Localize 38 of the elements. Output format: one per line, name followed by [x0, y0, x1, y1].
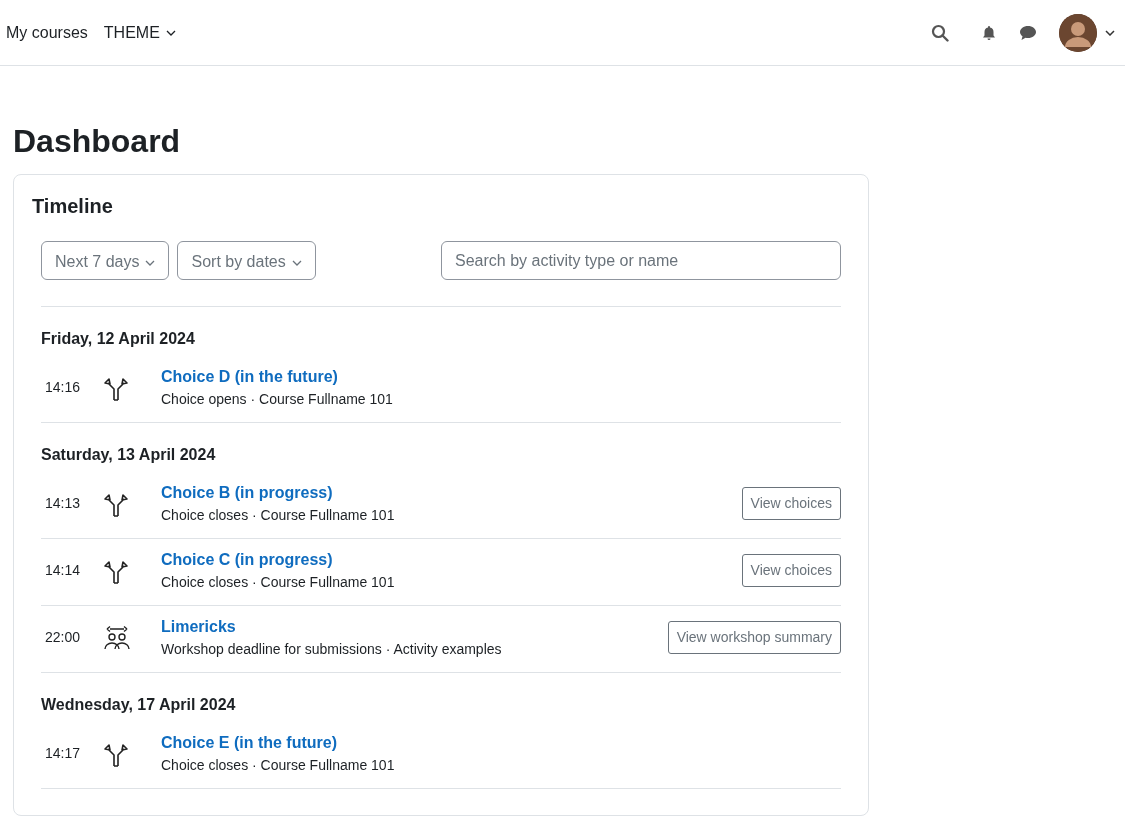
event-time: 22:00 — [44, 628, 82, 648]
caret-icon — [291, 260, 302, 267]
event-details: Choice closes · Course Fullname 101 — [161, 756, 395, 776]
bell-icon[interactable] — [981, 24, 997, 41]
avatar-icon — [1059, 13, 1097, 52]
action-button[interactable]: View choices — [741, 487, 841, 521]
event-details: Workshop deadline for submissions · Activity examples — [161, 640, 502, 660]
search-field[interactable]: Search by activity type or name — [441, 241, 841, 281]
event-link[interactable]: Choice E (in the future) — [161, 734, 337, 752]
search-icon[interactable] — [931, 23, 949, 42]
chat-bubble-icon[interactable] — [1019, 24, 1037, 41]
page-title: Dashboard — [13, 122, 182, 161]
event-details: Choice closes · Course Fullname 101 — [161, 573, 395, 593]
day-heading: Friday, 12 April 2024 — [41, 329, 196, 350]
event-time: 14:14 — [44, 561, 82, 581]
event-link[interactable]: Choice B (in progress) — [161, 484, 333, 502]
event-link[interactable]: Limericks — [161, 618, 236, 636]
dropdown-button[interactable]: Sort by dates — [177, 241, 316, 281]
caret-icon — [145, 260, 156, 267]
event-link[interactable]: Choice D (in the future) — [161, 368, 338, 386]
event-time: 14:17 — [44, 744, 82, 764]
action-button[interactable]: View workshop summary — [667, 621, 841, 655]
event-time: 14:16 — [44, 378, 82, 398]
dropdown-button[interactable]: Next 7 days — [41, 241, 170, 281]
nav-link[interactable]: THEME — [103, 20, 176, 45]
caret-icon — [165, 30, 176, 37]
event-details: Choice closes · Course Fullname 101 — [161, 506, 395, 526]
user-menu[interactable] — [1059, 13, 1115, 52]
day-heading: Saturday, 13 April 2024 — [41, 445, 217, 466]
nav-link[interactable]: My courses — [6, 20, 88, 45]
people-icon — [103, 624, 131, 651]
event-time: 14:13 — [44, 494, 82, 514]
card-title: Timeline — [32, 194, 114, 220]
action-button[interactable]: View choices — [741, 554, 841, 588]
caret-icon — [1105, 29, 1115, 36]
event-details: Choice opens · Course Fullname 101 — [161, 390, 393, 410]
event-link[interactable]: Choice C (in progress) — [161, 551, 333, 569]
day-heading: Wednesday, 17 April 2024 — [41, 695, 237, 716]
